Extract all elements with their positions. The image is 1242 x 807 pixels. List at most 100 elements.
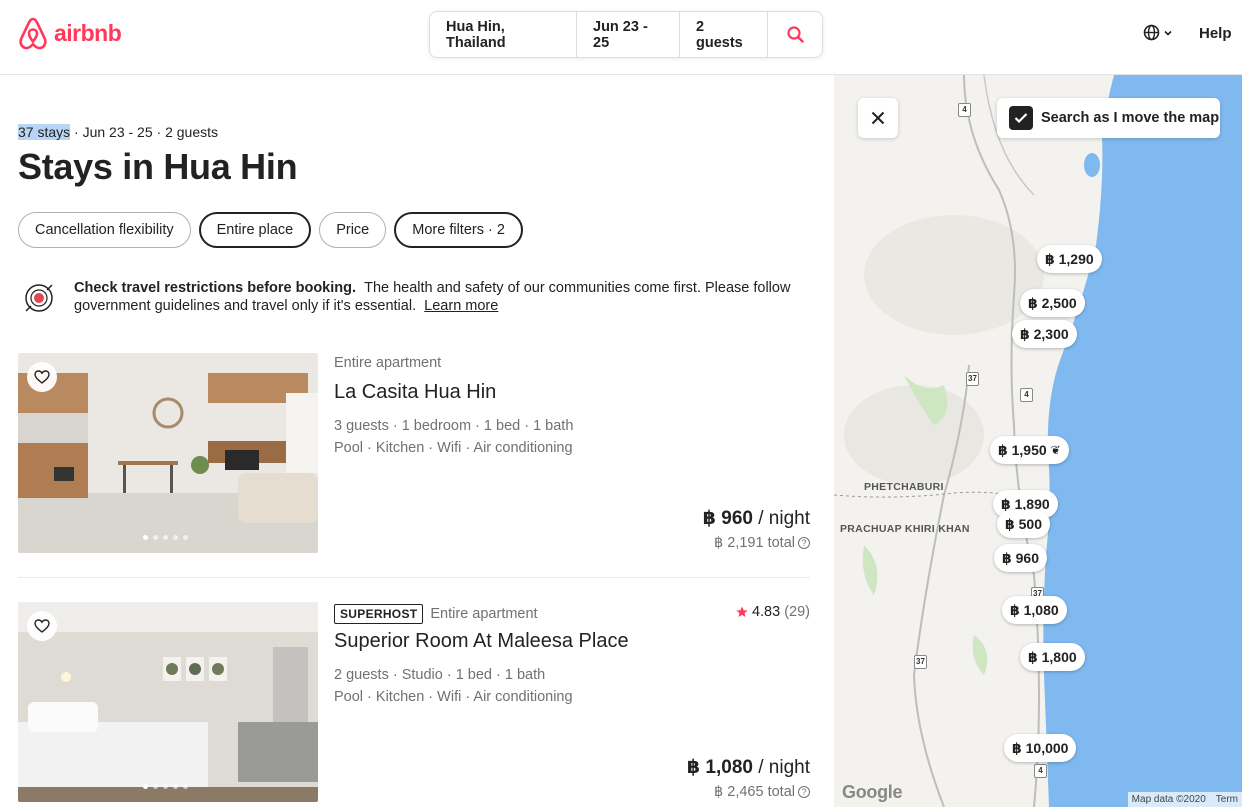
- search-as-move-label: Search as I move the map: [1041, 110, 1220, 126]
- listing-name[interactable]: La Casita Hua Hin: [334, 381, 496, 404]
- help-link[interactable]: Help: [1199, 25, 1232, 42]
- star-icon: [736, 606, 748, 617]
- help-circle-icon[interactable]: ?: [798, 786, 810, 798]
- listing-photo-image: [18, 353, 318, 553]
- carousel-dot[interactable]: [173, 535, 178, 540]
- learn-more-link[interactable]: Learn more: [424, 298, 498, 314]
- review-count: (29): [784, 604, 810, 620]
- globe-icon: [1143, 24, 1160, 41]
- price-amount: ฿ 1,080: [686, 757, 753, 778]
- listing-card[interactable]: SUPERHOST Entire apartment 4.83 (29) Sup…: [18, 602, 810, 802]
- heart-icon: [34, 370, 50, 384]
- carousel-dot[interactable]: [163, 784, 168, 789]
- results-meta: 37 stays · Jun 23 - 25 · 2 guests: [18, 124, 218, 140]
- total-price[interactable]: ฿ 2,465 total?: [714, 784, 810, 800]
- price-pin[interactable]: ฿ 500: [997, 510, 1050, 538]
- price-pin[interactable]: ฿ 10,000: [1004, 734, 1077, 762]
- listing-amenities: Pool · Kitchen · Wifi · Air conditioning: [334, 440, 573, 456]
- road-shield: 4: [958, 103, 971, 117]
- help-circle-icon[interactable]: ?: [798, 537, 810, 549]
- search-button[interactable]: [768, 26, 822, 43]
- carousel-dot[interactable]: [153, 535, 158, 540]
- listing-details: 3 guests · 1 bedroom · 1 bed · 1 bath: [334, 418, 574, 434]
- carousel-dot[interactable]: [163, 535, 168, 540]
- price-pin[interactable]: ฿ 1,800: [1020, 643, 1085, 671]
- language-selector[interactable]: [1143, 24, 1173, 41]
- carousel-dot[interactable]: [143, 535, 148, 540]
- photo-carousel-dots[interactable]: [143, 784, 188, 789]
- price-pin[interactable]: ฿ 2,300: [1012, 320, 1077, 348]
- stays-count: 37 stays: [18, 124, 71, 140]
- heart-icon: [34, 619, 50, 633]
- superhost-badge: SUPERHOST: [334, 604, 424, 624]
- travel-restriction-icon: [22, 281, 56, 320]
- map-label-province: PRACHUAP KHIRI KHAN: [840, 523, 970, 535]
- carousel-dot[interactable]: [153, 784, 158, 789]
- price-pin-label: ฿ 1,950: [998, 441, 1047, 458]
- page-title: Stays in Hua Hin: [18, 146, 298, 187]
- close-icon: [871, 111, 885, 125]
- carousel-dot[interactable]: [183, 535, 188, 540]
- carousel-dot[interactable]: [143, 784, 148, 789]
- terms-link[interactable]: Term: [1216, 794, 1238, 805]
- listing-photo[interactable]: [18, 602, 318, 802]
- price-pin[interactable]: ฿ 1,290: [1037, 245, 1102, 273]
- listing-divider: [18, 577, 810, 578]
- search-guests[interactable]: 2 guests: [680, 12, 768, 57]
- map-attribution: Map data ©2020 Term: [1127, 792, 1242, 807]
- price-per: / night: [752, 508, 810, 529]
- listing-rating: 4.83 (29): [736, 604, 810, 620]
- listing-info: Entire apartment La Casita Hua Hin 3 gue…: [334, 353, 810, 553]
- nightly-price: ฿ 1,080 / night: [687, 756, 810, 779]
- rating-value: 4.83: [751, 604, 781, 620]
- notice-text: Check travel restrictions before booking…: [74, 279, 804, 315]
- google-logo: Google: [842, 782, 903, 802]
- map-panel[interactable]: 4 37 4 37 37 4 PHETCHABURI PRACHUAP KHIR…: [834, 75, 1242, 807]
- listing-details: 2 guests · Studio · 1 bed · 1 bath: [334, 667, 546, 683]
- brand-name: airbnb: [54, 20, 122, 46]
- save-to-wishlist-button[interactable]: [27, 611, 57, 641]
- road-shield: 37: [914, 655, 927, 669]
- search-bar[interactable]: Hua Hin, Thailand Jun 23 - 25 2 guests: [429, 11, 823, 58]
- search-dates[interactable]: Jun 23 - 25: [577, 12, 680, 57]
- listing-photo[interactable]: [18, 353, 318, 553]
- listing-info: SUPERHOST Entire apartment 4.83 (29) Sup…: [334, 602, 810, 802]
- nightly-price: ฿ 960 / night: [703, 507, 810, 530]
- listing-photo-image: [18, 602, 318, 802]
- chevron-down-icon: [1164, 30, 1172, 36]
- save-to-wishlist-button[interactable]: [27, 362, 57, 392]
- price-pin[interactable]: ฿ 2,500: [1020, 289, 1085, 317]
- filter-cancellation[interactable]: Cancellation flexibility: [18, 212, 191, 248]
- listing-name[interactable]: Superior Room At Maleesa Place: [334, 630, 629, 653]
- carousel-dot[interactable]: [173, 784, 178, 789]
- notice-bold: Check travel restrictions before booking…: [74, 280, 357, 296]
- photo-carousel-dots[interactable]: [143, 535, 188, 540]
- price-amount: ฿ 960: [702, 508, 753, 529]
- property-type-text: Entire apartment: [430, 606, 538, 622]
- leaf-icon: ❦: [1050, 443, 1061, 457]
- listing-amenities: Pool · Kitchen · Wifi · Air conditioning: [334, 689, 573, 705]
- carousel-dot[interactable]: [183, 784, 188, 789]
- search-as-move-toggle[interactable]: Search as I move the map: [997, 98, 1220, 138]
- search-location[interactable]: Hua Hin, Thailand: [430, 12, 577, 57]
- price-pin[interactable]: ฿ 960: [994, 544, 1047, 572]
- search-as-move-checkbox[interactable]: [1009, 106, 1033, 130]
- total-price[interactable]: ฿ 2,191 total?: [714, 535, 810, 551]
- road-shield: 37: [966, 372, 979, 386]
- filter-price[interactable]: Price: [319, 212, 387, 248]
- road-shield: 4: [1020, 388, 1033, 402]
- results-meta-rest: · Jun 23 - 25 · 2 guests: [70, 124, 218, 140]
- filter-entire-place[interactable]: Entire place: [198, 212, 312, 248]
- listing-card[interactable]: Entire apartment La Casita Hua Hin 3 gue…: [18, 353, 810, 553]
- airbnb-logo[interactable]: airbnb: [18, 17, 122, 50]
- top-header: airbnb Hua Hin, Thailand Jun 23 - 25 2 g…: [0, 0, 1242, 75]
- price-pin[interactable]: ฿ 1,080: [1002, 596, 1067, 624]
- filter-more[interactable]: More filters · 2: [394, 212, 523, 248]
- filter-bar: Cancellation flexibility Entire place Pr…: [18, 212, 523, 248]
- total-price-text: ฿ 2,191 total: [714, 535, 795, 551]
- property-type: SUPERHOST Entire apartment: [334, 604, 538, 624]
- map-label-province: PHETCHABURI: [864, 481, 944, 493]
- close-map-button[interactable]: [858, 98, 898, 138]
- price-pin[interactable]: ฿ 1,950 ❦: [990, 436, 1069, 464]
- map-data-text: Map data ©2020: [1131, 794, 1206, 805]
